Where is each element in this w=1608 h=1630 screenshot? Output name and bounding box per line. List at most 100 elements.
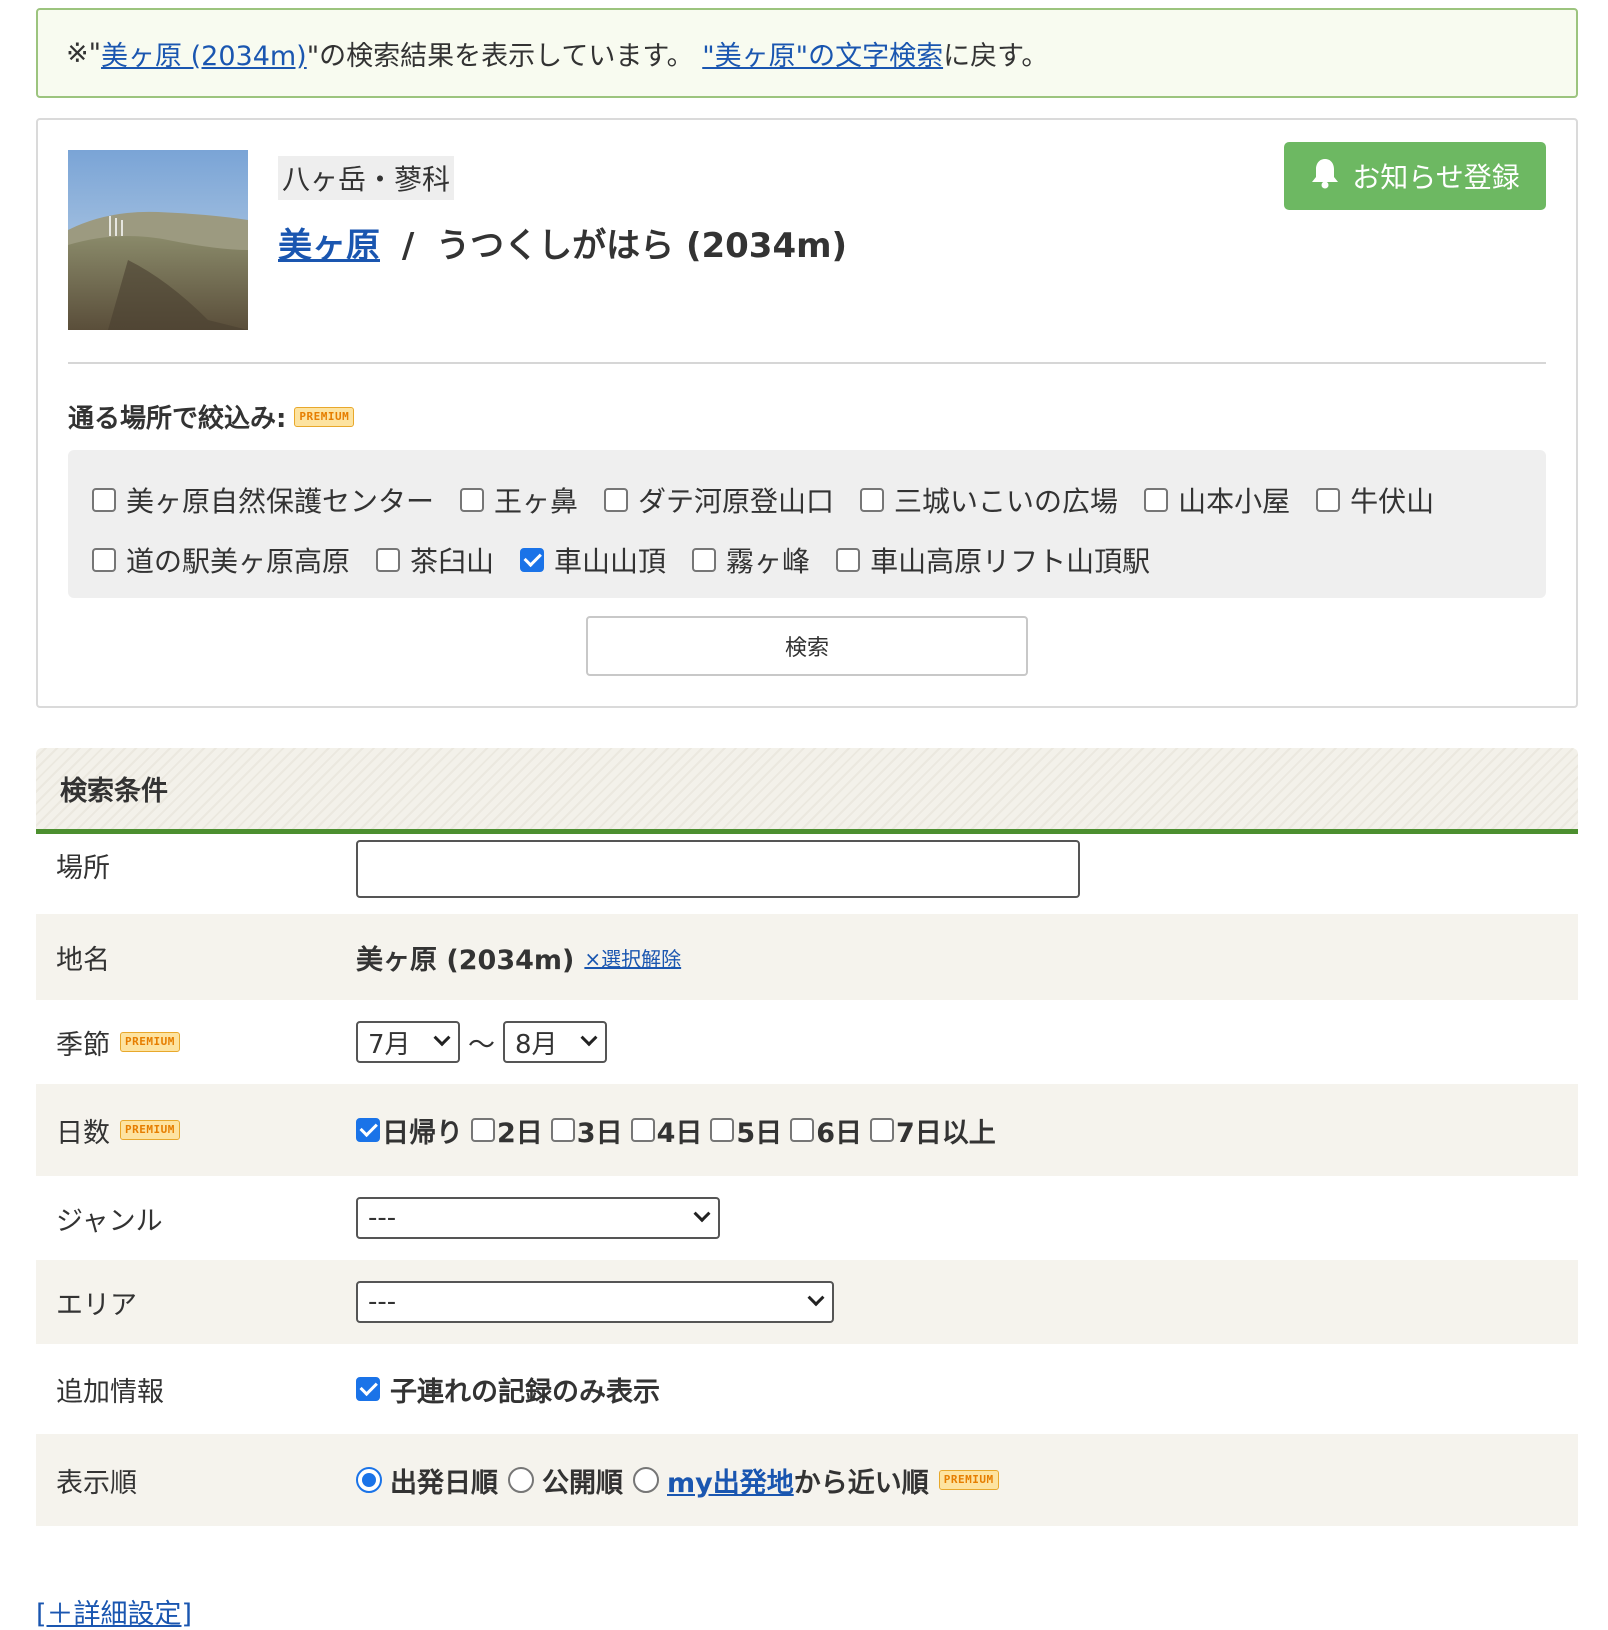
- place-row-1: 美ヶ原自然保護センター 王ヶ鼻 ダテ河原登山口 三城いこいの広場 山本小屋 牛伏山: [92, 470, 1522, 530]
- days-checkbox[interactable]: [790, 1118, 815, 1142]
- order-nearby-radio[interactable]: [633, 1467, 659, 1493]
- area-tag: 八ヶ岳・蓼科: [278, 156, 455, 200]
- area-label: エリア: [56, 1289, 137, 1321]
- notice-text-search-link[interactable]: "美ヶ原"の文字検索: [702, 34, 943, 73]
- place-checkbox[interactable]: [1316, 488, 1341, 512]
- place-checkbox-list: 美ヶ原自然保護センター 王ヶ鼻 ダテ河原登山口 三城いこいの広場 山本小屋 牛伏山 道の駅…: [68, 450, 1546, 598]
- days-option[interactable]: 4日: [630, 1111, 703, 1150]
- place-option[interactable]: ダテ河原登山口: [604, 480, 834, 520]
- days-checkbox[interactable]: [630, 1118, 655, 1142]
- season-from-select[interactable]: 7月: [356, 1021, 460, 1063]
- clear-selection-link[interactable]: ×選択解除: [584, 943, 681, 972]
- card-divider: [68, 362, 1546, 364]
- place-option[interactable]: 道の駅美ヶ原高原: [92, 540, 350, 580]
- condition-row-place: 場所: [36, 834, 1578, 914]
- placename-label: 地名: [56, 944, 110, 976]
- days-label: 2日: [497, 1117, 543, 1149]
- place-checkbox[interactable]: [520, 548, 545, 572]
- order-departure-radio[interactable]: [356, 1467, 382, 1493]
- kids-only-checkbox[interactable]: [356, 1377, 380, 1401]
- place-label: 山本小屋: [1178, 485, 1291, 518]
- mountain-reading: うつくしがはら (2034m): [436, 226, 848, 266]
- place-option[interactable]: 王ヶ鼻: [460, 480, 578, 520]
- place-label: 霧ヶ峰: [726, 545, 811, 578]
- mountain-card: 八ヶ岳・蓼科 美ヶ原 / うつくしがはら (2034m) お知らせ登録 通る場所…: [36, 118, 1578, 708]
- days-option[interactable]: 3日: [550, 1111, 623, 1150]
- place-search-button[interactable]: 検索: [586, 616, 1028, 676]
- days-checkbox-list: 日帰り 2日 3日 4日 5日 6日 7日以上: [356, 1111, 1004, 1150]
- days-checkbox[interactable]: [710, 1118, 735, 1142]
- notify-register-button[interactable]: お知らせ登録: [1284, 142, 1546, 210]
- place-label: 道の駅美ヶ原高原: [126, 545, 351, 578]
- season-to-select[interactable]: 8月: [503, 1021, 607, 1063]
- mountain-name-link[interactable]: 美ヶ原: [278, 226, 380, 266]
- genre-select[interactable]: ---: [356, 1197, 720, 1239]
- condition-row-area: エリア ---: [36, 1260, 1578, 1344]
- days-checkbox[interactable]: [869, 1118, 894, 1142]
- notice-place-link[interactable]: 美ヶ原 (2034m): [101, 34, 307, 73]
- days-option[interactable]: 2日: [471, 1111, 543, 1150]
- days-label: 4日: [656, 1117, 703, 1149]
- days-option[interactable]: 6日: [790, 1111, 862, 1150]
- place-label: 場所: [56, 853, 110, 884]
- place-filter-label: 通る場所で絞込み:: [68, 404, 287, 434]
- place-option[interactable]: 牛伏山: [1316, 480, 1434, 520]
- notify-register-label: お知らせ登録: [1352, 161, 1520, 194]
- place-label: 車山山頂: [554, 545, 667, 578]
- search-conditions-header: 検索条件: [36, 748, 1578, 834]
- place-option[interactable]: 三城いこいの広場: [860, 480, 1118, 520]
- premium-badge: PREMIUM: [120, 1120, 180, 1140]
- season-label-group: 季節 PREMIUM: [56, 1023, 180, 1062]
- area-select[interactable]: ---: [356, 1281, 834, 1323]
- chevron-down-icon: [807, 1289, 825, 1307]
- extra-label: 追加情報: [56, 1376, 164, 1408]
- order-publish-radio[interactable]: [508, 1467, 534, 1493]
- days-checkbox[interactable]: [356, 1118, 380, 1142]
- mountain-title: 美ヶ原 / うつくしがはら (2034m): [278, 218, 847, 267]
- order-label: 表示順: [56, 1467, 137, 1499]
- place-checkbox[interactable]: [860, 488, 885, 512]
- condition-row-season: 季節 PREMIUM 7月 〜 8月: [36, 1000, 1578, 1084]
- chevron-down-icon: [693, 1205, 711, 1223]
- condition-row-extra: 追加情報 子連れの記録のみ表示: [36, 1344, 1578, 1434]
- days-option[interactable]: 5日: [710, 1111, 782, 1150]
- place-label: 牛伏山: [1350, 485, 1435, 518]
- place-label: ダテ河原登山口: [638, 485, 835, 518]
- place-checkbox[interactable]: [92, 488, 116, 512]
- place-option[interactable]: 霧ヶ峰: [692, 540, 810, 580]
- place-option[interactable]: 茶臼山: [376, 540, 494, 580]
- place-checkbox[interactable]: [376, 548, 401, 572]
- mountain-thumbnail[interactable]: [68, 150, 248, 330]
- detail-settings-link[interactable]: [＋詳細設定]: [36, 1592, 192, 1630]
- place-option[interactable]: 美ヶ原自然保護センター: [92, 480, 434, 520]
- chevron-down-icon: [580, 1029, 598, 1047]
- days-option[interactable]: 7日以上: [869, 1111, 996, 1150]
- days-checkbox[interactable]: [471, 1118, 495, 1142]
- place-checkbox[interactable]: [1144, 488, 1169, 512]
- place-checkbox[interactable]: [92, 548, 116, 572]
- place-input[interactable]: [356, 840, 1080, 898]
- place-option[interactable]: 車山山頂: [520, 540, 666, 580]
- place-label: 茶臼山: [410, 545, 495, 578]
- my-departure-link[interactable]: my出発地: [667, 1461, 794, 1500]
- place-checkbox[interactable]: [604, 488, 629, 512]
- place-option[interactable]: 車山高原リフト山頂駅: [836, 540, 1150, 580]
- order-publish-label: 公開順: [542, 1467, 623, 1499]
- premium-badge: PREMIUM: [938, 1470, 999, 1490]
- condition-row-placename: 地名 美ヶ原 (2034m) ×選択解除: [36, 914, 1578, 1000]
- season-separator: 〜: [468, 1029, 495, 1061]
- days-label: 6日: [816, 1117, 862, 1149]
- days-label: 7日以上: [895, 1117, 996, 1149]
- place-checkbox[interactable]: [692, 548, 717, 572]
- days-checkbox[interactable]: [550, 1118, 575, 1142]
- days-option[interactable]: 日帰り: [356, 1111, 463, 1150]
- place-checkbox[interactable]: [460, 488, 485, 512]
- place-checkbox[interactable]: [836, 548, 861, 572]
- premium-badge: PREMIUM: [120, 1032, 180, 1052]
- place-label: 王ヶ鼻: [494, 485, 579, 518]
- place-row-2: 道の駅美ヶ原高原 茶臼山 車山山頂 霧ヶ峰 車山高原リフト山頂駅: [92, 530, 1522, 590]
- place-filter-heading: 通る場所で絞込み: PREMIUM: [68, 398, 355, 435]
- season-label: 季節: [56, 1029, 110, 1061]
- condition-row-genre: ジャンル ---: [36, 1176, 1578, 1260]
- place-option[interactable]: 山本小屋: [1144, 480, 1290, 520]
